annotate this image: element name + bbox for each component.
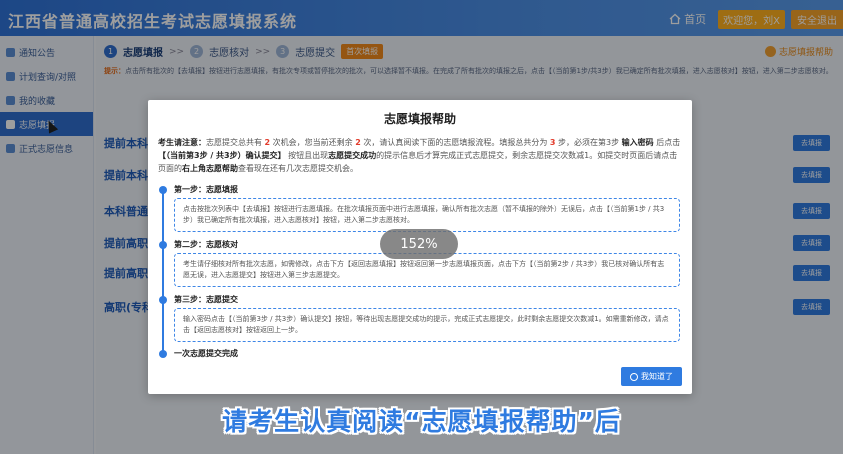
intro-password: 输入密码 bbox=[621, 138, 654, 147]
video-caption: 请考生认真阅读“志愿填报帮助”后 bbox=[222, 407, 621, 436]
dialog-title: 志愿填报帮助 bbox=[383, 112, 456, 126]
intro-text: 次机会，您当前还剩余 bbox=[270, 138, 356, 147]
intro-text: 步，必须在第3步 bbox=[555, 138, 622, 147]
step-heading: 第二步：志愿核对 bbox=[174, 240, 238, 249]
intro-text: 查看现在还有几次志愿提交机会。 bbox=[238, 164, 358, 173]
dialog-intro: 考生请注意：志愿提交总共有 2 次机会，您当前还剩余 2 次，请认真阅读下面的志… bbox=[158, 136, 684, 175]
intro-text: 志愿提交总共有 bbox=[206, 138, 265, 147]
intro-corner-help: 右上角志愿帮助 bbox=[182, 164, 238, 173]
intro-label: 考生请注意： bbox=[158, 138, 206, 147]
timeline-line bbox=[162, 190, 164, 352]
step-heading: 第三步：志愿提交 bbox=[174, 295, 238, 304]
got-it-button[interactable]: 我知道了 bbox=[621, 367, 682, 386]
zoom-indicator: 152% bbox=[380, 229, 458, 259]
step-description: 输入密码点击【（当前第3步 / 共3步）确认提交】按钮，等待出现志愿提交成功的提… bbox=[174, 308, 680, 342]
timeline-dot bbox=[159, 350, 167, 358]
step-heading: 第一步：志愿填报 bbox=[174, 185, 238, 194]
timeline-dot bbox=[159, 296, 167, 304]
intro-text: 后点击 bbox=[653, 138, 681, 147]
timeline-dot bbox=[159, 186, 167, 194]
step-description: 点击按批次列表中【去填报】按钮进行志愿填报。在批次填报页面中进行志愿填报，确认所… bbox=[174, 198, 680, 232]
intro-text: 按钮且出现 bbox=[285, 151, 329, 160]
final-step-label: 一次志愿提交完成 bbox=[174, 349, 238, 358]
got-it-label: 我知道了 bbox=[641, 372, 673, 381]
intro-text: 次，请认真阅读下面的志愿填报流程。填报总共分为 bbox=[360, 138, 550, 147]
intro-confirm: 【（当前第3步 / 共3步）确认提交】 bbox=[158, 151, 286, 160]
intro-success: 志愿提交成功 bbox=[328, 151, 377, 160]
timeline-dot bbox=[159, 241, 167, 249]
check-circle-icon bbox=[630, 372, 638, 381]
